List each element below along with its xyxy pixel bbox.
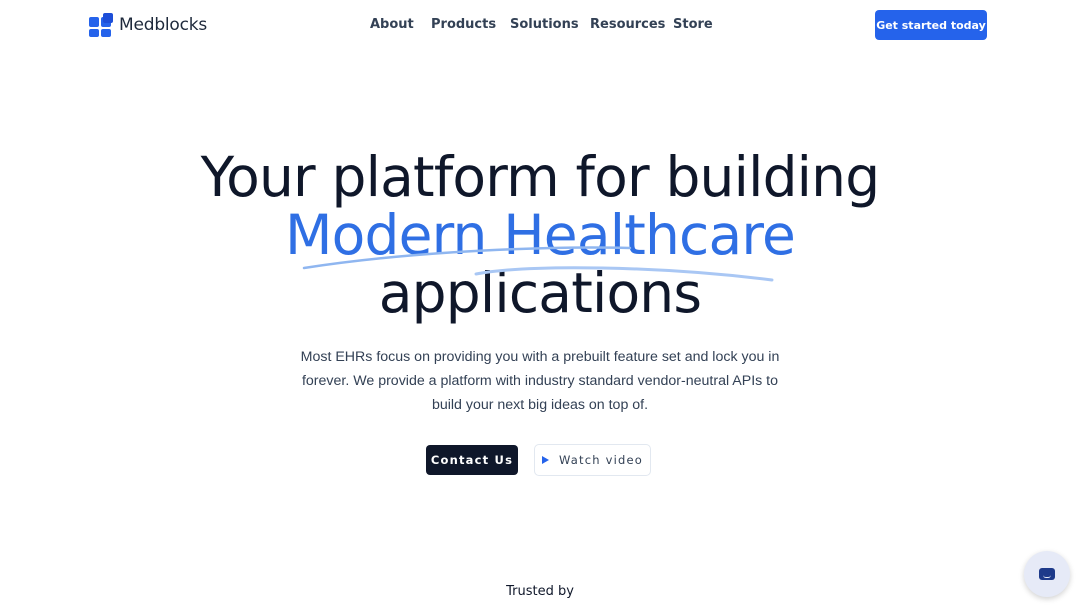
hero-title: Your platform for building Modern Health…: [0, 148, 1080, 322]
nav-solutions[interactable]: Solutions: [510, 17, 579, 32]
contact-us-button[interactable]: Contact Us: [426, 445, 518, 475]
chat-widget-button[interactable]: [1024, 551, 1070, 597]
brand-name: Medblocks: [119, 15, 208, 35]
nav-store[interactable]: Store: [673, 17, 713, 32]
site-header: Medblocks About Products Solutions Resou…: [0, 0, 1080, 50]
watch-video-button[interactable]: Watch video: [534, 444, 651, 476]
hero-title-highlight: Modern Healthcare: [284, 203, 796, 267]
brand-logo-link[interactable]: Medblocks: [89, 13, 207, 37]
hero-title-line-3: applications: [378, 261, 702, 325]
blocks-logo-icon: [89, 13, 113, 37]
get-started-button[interactable]: Get started today: [875, 10, 987, 40]
hero-title-line-1: Your platform for building: [200, 145, 880, 209]
nav-products[interactable]: Products: [431, 17, 496, 32]
play-icon: [541, 456, 549, 464]
trusted-by-heading: Trusted by: [506, 584, 574, 599]
nav-about[interactable]: About: [370, 17, 414, 32]
chat-icon: [1039, 568, 1055, 580]
hero-description: Most EHRs focus on providing you with a …: [300, 349, 780, 413]
watch-video-label: Watch video: [558, 453, 644, 467]
nav-resources[interactable]: Resources: [590, 17, 665, 32]
